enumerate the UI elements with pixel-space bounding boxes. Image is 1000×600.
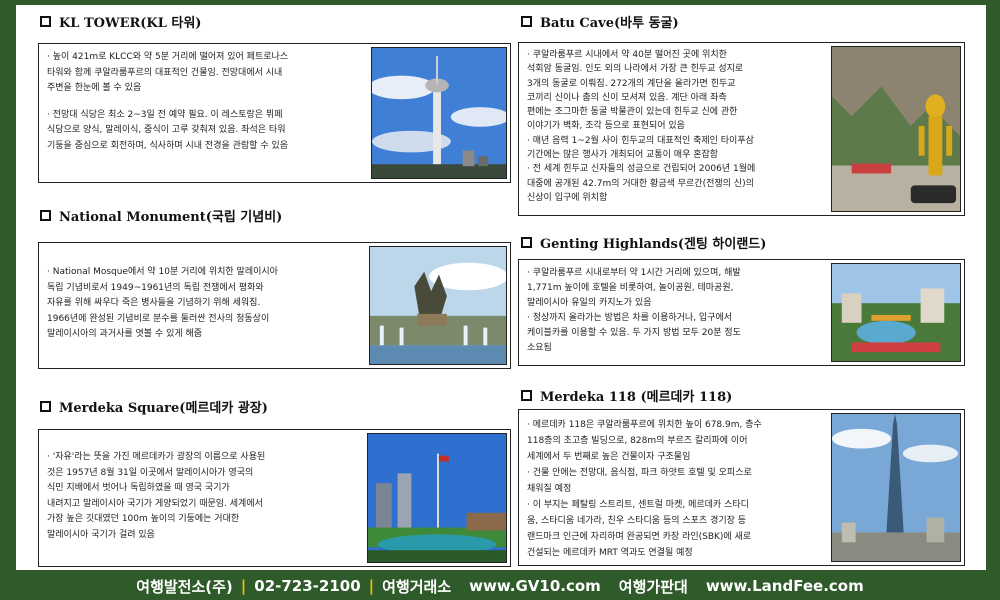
batu-cave-line: · 전 세계 힌두교 신자들의 성금으로 건립되어 2006년 1월에 bbox=[527, 164, 756, 175]
national-monument-description: · National Mosque에서 약 10분 거리에 위치한 말레이시아 … bbox=[47, 265, 369, 343]
footer-exchange: 여행거래소 bbox=[382, 577, 452, 596]
national-monument-photo bbox=[369, 246, 507, 365]
batu-cave-line: 코끼리 신이나 춤의 신이 모셔져 있음. 계단 아래 좌측 bbox=[527, 92, 727, 103]
merdeka-118-line: 건설되는 메르데카 MRT 역과도 연결될 예정 bbox=[527, 548, 693, 558]
merdeka-118-line: 움, 스타디움 네가라, 친우 스타디움 등의 스포츠 경기장 등 bbox=[527, 516, 747, 526]
merdeka-118-title: Merdeka 118 (메르데카 118) bbox=[540, 390, 733, 405]
kl-tower-line: · 높이 421m로 KLCC와 약 5분 거리에 떨어져 있어 페트로나스 bbox=[47, 52, 289, 62]
footer-phone[interactable]: 02-723-2100 bbox=[254, 577, 360, 595]
footer-bar: 여행발전소(주) | 02-723-2100 | 여행거래소 www.GV10.… bbox=[0, 572, 1000, 600]
national-monument-line: 1966년에 완성된 기념비로 분수를 둘러싼 전사의 청동상이 bbox=[47, 313, 270, 324]
kl-tower-line: 주변을 한눈에 볼 수 있음 bbox=[47, 83, 142, 93]
merdeka-square-card: · '자유'라는 뜻을 가진 메르데카가 광장의 이름으로 사용된 것은 195… bbox=[38, 429, 511, 567]
merdeka-118-line: 채워질 예정 bbox=[527, 484, 572, 494]
batu-cave-line: 이야기가 벽화, 조각 등으로 표현되어 있음 bbox=[527, 121, 685, 132]
merdeka-square-line: 식민 지배에서 벗어나 독립하였을 때 영국 국기가 bbox=[47, 483, 230, 493]
footer-separator: | bbox=[368, 577, 375, 595]
checkbox-icon bbox=[521, 16, 532, 27]
merdeka-118-card: · 메르데카 118은 쿠알라룸푸르에 위치한 높이 678.9m, 층수 11… bbox=[518, 409, 965, 566]
batu-cave-line: · 매년 음력 1~2월 사이 힌두교의 대표적인 축제인 타이푸삼 bbox=[527, 135, 754, 146]
genting-description: · 쿠알라룸푸르 시내로부터 약 1시간 거리에 있으며, 해발 1,771m … bbox=[527, 266, 822, 356]
batu-cave-line: · 쿠알라룸푸르 시내에서 약 40분 떨어진 곳에 위치한 bbox=[527, 50, 727, 60]
national-monument-title: National Monument(국립 기념비) bbox=[59, 210, 283, 225]
batu-cave-line: 3개의 동굴로 이뤄짐. 272개의 계단을 올라가면 힌두교 bbox=[527, 78, 736, 89]
national-monument-line: 말레이시아의 과거사를 엿볼 수 있게 해줌 bbox=[47, 329, 203, 339]
genting-line: · 쿠알라룸푸르 시내로부터 약 1시간 거리에 있으며, 해발 bbox=[527, 268, 741, 278]
national-monument-line: · National Mosque에서 약 10분 거리에 위치한 말레이시아 bbox=[47, 267, 278, 277]
merdeka-118-line: · 건물 안에는 전망대, 음식점, 파크 하얏트 호텔 및 오피스로 bbox=[527, 468, 752, 478]
merdeka-118-line: · 메르데카 118은 쿠알라룸푸르에 위치한 높이 678.9m, 층수 bbox=[527, 420, 762, 430]
kl-tower-title: KL TOWER(KL 타워) bbox=[59, 16, 202, 31]
checkbox-icon bbox=[40, 16, 51, 27]
batu-cave-title: Batu Cave(바투 동굴) bbox=[540, 16, 679, 31]
checkbox-icon bbox=[521, 237, 532, 248]
kl-tower-heading: KL TOWER(KL 타워) bbox=[40, 12, 201, 31]
brochure-sheet: KL TOWER(KL 타워) · 높이 421m로 KLCC와 약 5분 거리… bbox=[16, 5, 986, 570]
kl-tower-line: 기둥을 중심으로 회전하며, 식사하며 시내 전경을 관람할 수 있음 bbox=[47, 140, 289, 151]
batu-cave-line: 대중에 공개된 42.7m의 거대한 황금색 무르간(전쟁의 신)의 bbox=[527, 178, 754, 189]
national-monument-line: 독립 기념비로서 1949~1961년의 독립 전쟁에서 평화와 bbox=[47, 282, 264, 293]
checkbox-icon bbox=[40, 401, 51, 412]
batu-cave-photo bbox=[831, 46, 961, 212]
genting-heading: Genting Highlands(겐팅 하이랜드) bbox=[521, 233, 766, 252]
merdeka-118-heading: Merdeka 118 (메르데카 118) bbox=[521, 386, 732, 405]
genting-line: 말레이시아 유일의 카지노가 있음 bbox=[527, 298, 652, 308]
kl-tower-line: 식당으로 양식, 말레이식, 중식이 고루 갖춰져 있음. 좌석은 타워 bbox=[47, 125, 286, 135]
checkbox-icon bbox=[521, 390, 532, 401]
merdeka-square-heading: Merdeka Square(메르데카 광장) bbox=[40, 397, 268, 416]
national-monument-heading: National Monument(국립 기념비) bbox=[40, 206, 282, 225]
genting-title: Genting Highlands(겐팅 하이랜드) bbox=[540, 237, 767, 252]
kl-tower-card: · 높이 421m로 KLCC와 약 5분 거리에 떨어져 있어 페트로나스 타… bbox=[38, 43, 511, 183]
merdeka-square-title: Merdeka Square(메르데카 광장) bbox=[59, 401, 268, 416]
batu-cave-heading: Batu Cave(바투 동굴) bbox=[521, 12, 679, 31]
batu-cave-line: 신상이 입구에 위치함 bbox=[527, 192, 608, 203]
merdeka-square-line: 내려지고 말레이시아 국기가 게양되었기 때문임. 세계에서 bbox=[47, 498, 263, 509]
footer-company: 여행발전소(주) bbox=[136, 577, 233, 596]
footer-separator: | bbox=[240, 577, 247, 595]
merdeka-118-line: 118층의 초고층 빌딩으로, 828m의 부르즈 칼리파에 이어 bbox=[527, 436, 748, 446]
genting-line: · 정상까지 올라가는 방법은 차를 이용하거나, 입구에서 bbox=[527, 313, 733, 323]
kl-tower-photo bbox=[371, 47, 507, 179]
checkbox-icon bbox=[40, 210, 51, 221]
kl-tower-line: · 전망대 식당은 최소 2~3일 전 예약 필요. 이 레스토랑은 뷔페 bbox=[47, 109, 283, 120]
footer-site-landfee-link[interactable]: www.LandFee.com bbox=[706, 577, 864, 595]
footer-site-gv10-link[interactable]: www.GV10.com bbox=[469, 577, 601, 595]
merdeka-118-line: 세계에서 두 번째로 높은 건물이자 구조물임 bbox=[527, 452, 691, 462]
batu-cave-description: · 쿠알라룸푸르 시내에서 약 40분 떨어진 곳에 위치한 석회암 동굴임. … bbox=[527, 48, 817, 205]
national-monument-card: · National Mosque에서 약 10분 거리에 위치한 말레이시아 … bbox=[38, 242, 511, 369]
kl-tower-line: 타워와 함께 쿠알라룸푸르의 대표적인 건물임. 전망대에서 시내 bbox=[47, 67, 283, 78]
batu-cave-line: 기간에는 많은 행사가 개최되어 교통이 매우 혼잡함 bbox=[527, 150, 719, 161]
genting-line: 소요됨 bbox=[527, 343, 552, 353]
merdeka-118-line: 랜드마크 인근에 자리하며 완공되면 카장 라인(SBK)에 새로 bbox=[527, 532, 752, 542]
merdeka-square-description: · '자유'라는 뜻을 가진 메르데카가 광장의 이름으로 사용된 것은 195… bbox=[47, 450, 369, 543]
merdeka-118-description: · 메르데카 118은 쿠알라룸푸르에 위치한 높이 678.9m, 층수 11… bbox=[527, 417, 827, 561]
merdeka-square-line: · '자유'라는 뜻을 가진 메르데카가 광장의 이름으로 사용된 bbox=[47, 452, 266, 462]
merdeka-square-photo bbox=[367, 433, 507, 563]
genting-line: 케이블카를 이용할 수 있음. 두 가지 방법 모두 20분 정도 bbox=[527, 328, 741, 338]
merdeka-square-line: 것은 1957년 8월 31일 이곳에서 말레이시아가 영국의 bbox=[47, 467, 254, 478]
genting-photo bbox=[831, 263, 961, 362]
genting-card: · 쿠알라룸푸르 시내로부터 약 1시간 거리에 있으며, 해발 1,771m … bbox=[518, 259, 965, 366]
kl-tower-description: · 높이 421m로 KLCC와 약 5분 거리에 떨어져 있어 페트로나스 타… bbox=[47, 50, 367, 154]
merdeka-square-line: 가장 높은 깃대였던 100m 높이의 기둥에는 거대한 bbox=[47, 514, 240, 524]
batu-cave-line: 편에는 조그마한 동굴 박물관이 있는데 힌두교 신에 관한 bbox=[527, 107, 738, 118]
national-monument-line: 자유를 위해 싸우다 죽은 병사들을 기념하기 위해 세워짐. bbox=[47, 298, 261, 308]
footer-board: 여행가판대 bbox=[618, 577, 688, 596]
batu-cave-card: · 쿠알라룸푸르 시내에서 약 40분 떨어진 곳에 위치한 석회암 동굴임. … bbox=[518, 42, 965, 216]
genting-line: 1,771m 높이에 호텔을 비롯하여, 놀이공원, 테마공원, bbox=[527, 283, 734, 293]
merdeka-118-line: · 이 부지는 페탈링 스트리트, 센트럴 마켓, 메르데카 스타디 bbox=[527, 500, 749, 510]
merdeka-square-line: 말레이시아 국기가 걸려 있음 bbox=[47, 529, 155, 540]
merdeka-118-photo bbox=[831, 413, 961, 562]
batu-cave-line: 석회암 동굴임. 인도 외의 나라에서 가장 큰 힌두교 성지로 bbox=[527, 64, 744, 75]
